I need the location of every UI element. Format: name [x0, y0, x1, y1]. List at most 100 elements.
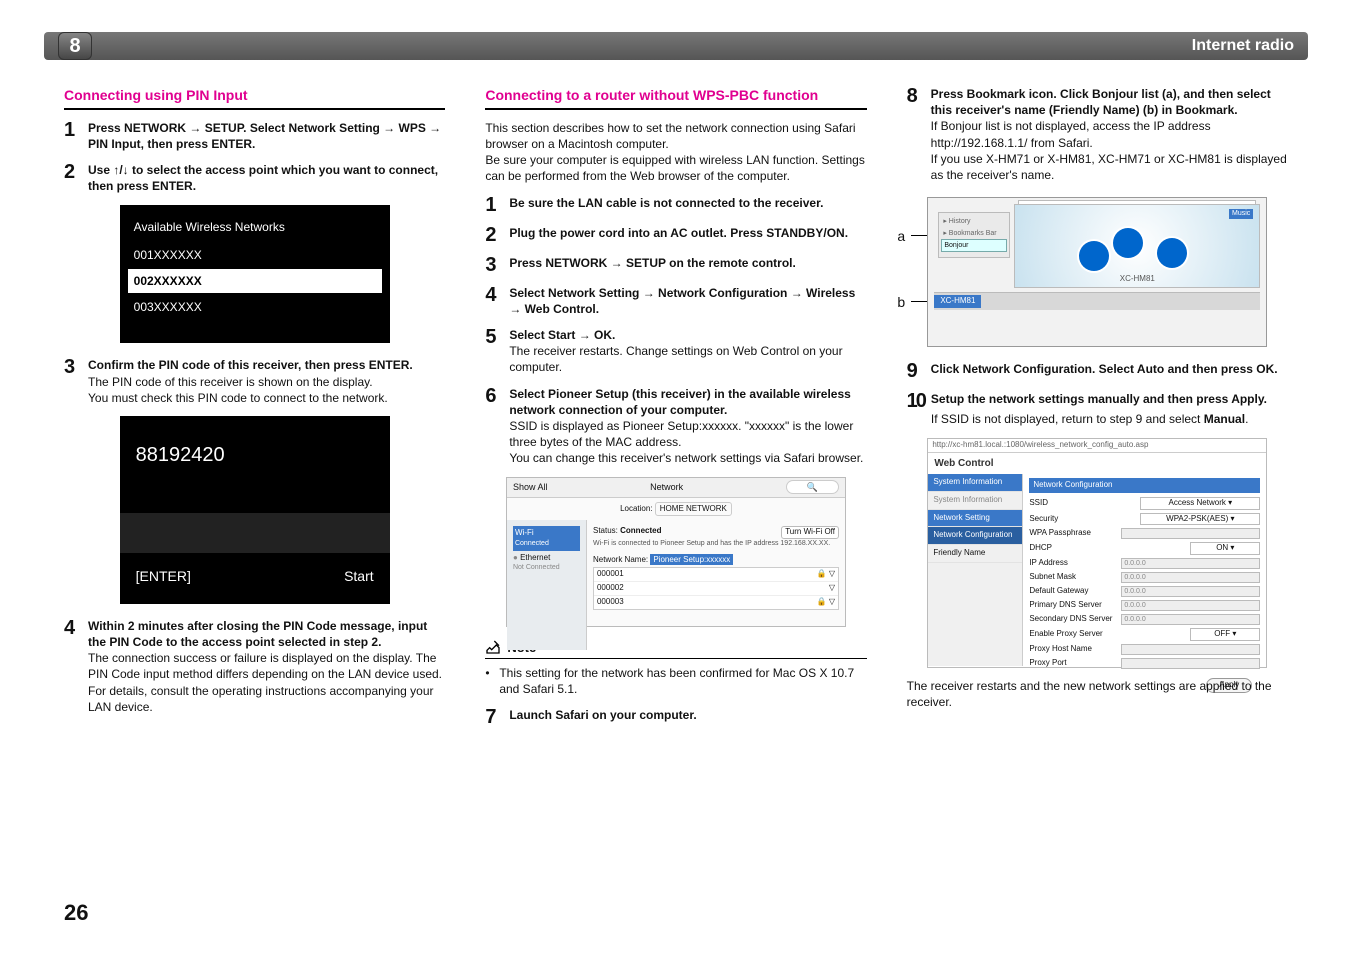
form-row: IP Address0.0.0.0 — [1029, 558, 1260, 569]
col2-step5: 5 Select Start → OK. The receiver restar… — [485, 327, 866, 376]
step-text: Setup the network settings manually and … — [931, 391, 1288, 427]
side-item: Network Configuration — [928, 527, 1022, 545]
fig-status-value: Connected — [620, 526, 661, 535]
side-item: System Information — [928, 492, 1022, 510]
fig-turn-wifi-off: Turn Wi-Fi Off — [781, 526, 839, 539]
col1-step2: 2 Use ↑/↓ to select the access point whi… — [64, 162, 445, 194]
side-item: Friendly Name — [928, 545, 1022, 563]
preview-caption: XC-HM81 — [1015, 274, 1259, 285]
col2-step3: 3 Press NETWORK → SETUP on the remote con… — [485, 255, 866, 275]
step-text: Confirm the PIN code of this receiver, t… — [88, 357, 445, 406]
step-number: 9 — [907, 361, 925, 381]
wifi-item: 003XXXXXX — [134, 295, 376, 319]
fig-side-eth: Ethernet — [520, 553, 550, 562]
form-row: SSID Access Network ▾ — [1029, 497, 1260, 510]
form-row: WPA Passphrase — [1029, 528, 1260, 539]
col3-step9: 9Click Network Configuration. Select Aut… — [907, 361, 1288, 381]
fig-network-title: Network — [558, 481, 776, 493]
step-text: Be sure the LAN cable is not connected t… — [509, 195, 866, 215]
callout-b: b — [897, 293, 905, 312]
footer-page-number: 26 — [64, 900, 88, 926]
column-3: 8 Press Bookmark icon. Click Bonjour lis… — [907, 86, 1288, 737]
step-body-text: You must check this PIN code to connect … — [88, 390, 445, 406]
bonjour-figure: a b ▸ History ▸ Bookmarks Bar Bonjour Mu… — [927, 197, 1267, 347]
col1-heading: Connecting using PIN Input — [64, 86, 445, 110]
step-number: 6 — [485, 386, 503, 467]
form-row: Proxy Port — [1029, 658, 1260, 669]
fig-nn-label: Network Name: — [593, 555, 648, 564]
form-row: SecurityWPA2-PSK(AES) ▾ — [1029, 513, 1260, 526]
callout-a: a — [897, 227, 905, 246]
note-bullet: • This setting for the network has been … — [485, 665, 866, 697]
step-body-text: SSID is displayed as Pioneer Setup:xxxxx… — [509, 418, 866, 450]
step-text: Press NETWORK → SETUP. Select Network Se… — [88, 120, 445, 152]
form-row: Default Gateway0.0.0.0 — [1029, 586, 1260, 597]
col1-step4: 4 Within 2 minutes after closing the PIN… — [64, 618, 445, 715]
step-number: 3 — [485, 255, 503, 275]
step-text: Press Bookmark icon. Click Bonjour list … — [931, 86, 1288, 183]
step-number: 4 — [64, 618, 82, 715]
step-strong-text: Within 2 minutes after closing the PIN C… — [88, 618, 445, 650]
form-label: Proxy Port — [1029, 658, 1121, 669]
form-row: Secondary DNS Server0.0.0.0 — [1029, 614, 1260, 625]
step-strong-text: Press Bookmark icon. Click Bonjour list … — [931, 86, 1288, 118]
step-number: 4 — [485, 285, 503, 317]
music-badge: Music — [1229, 209, 1253, 218]
manual-keyword: Manual — [1204, 412, 1245, 426]
form-label: Primary DNS Server — [1029, 600, 1121, 611]
step-number: 10 — [907, 391, 925, 427]
form-field — [1121, 528, 1260, 539]
col2-step2: 2Plug the power cord into an AC outlet. … — [485, 225, 866, 245]
step-text: Within 2 minutes after closing the PIN C… — [88, 618, 445, 715]
step-number: 1 — [485, 195, 503, 215]
step-body-text: The connection success or failure is dis… — [88, 650, 445, 715]
form-header: Network Configuration — [1029, 478, 1260, 493]
fig-net-row: 000002▽ — [594, 582, 838, 596]
form-field: 0.0.0.0 — [1121, 614, 1260, 625]
col2-step1: 1 Be sure the LAN cable is not connected … — [485, 195, 866, 215]
step-body-text: If you use X-HM71 or X-HM81, XC-HM71 or … — [931, 151, 1288, 183]
step-body-text: If SSID is not displayed, return to step… — [931, 412, 1204, 426]
form-label: SSID — [1029, 498, 1121, 509]
form-select: Access Network ▾ — [1140, 497, 1260, 510]
form-field: 0.0.0.0 — [1121, 600, 1260, 611]
form-label: Proxy Host Name — [1029, 644, 1121, 655]
note-body: This setting for the network has been co… — [499, 665, 866, 697]
wifi-list-title: Available Wireless Networks — [134, 219, 376, 235]
col2-step7: 7Launch Safari on your computer. — [485, 707, 866, 727]
webcontrol-title: Web Control — [928, 453, 1266, 475]
step-text: Launch Safari on your computer. — [509, 707, 866, 727]
form-label: DHCP — [1029, 543, 1121, 554]
form-row: DHCPON ▾ — [1029, 542, 1260, 555]
col2-step4: 4Select Network Setting → Network Config… — [485, 285, 866, 317]
search-field-icon: 🔍 — [786, 480, 839, 494]
form-label: Default Gateway — [1029, 586, 1121, 597]
col3-step8: 8 Press Bookmark icon. Click Bonjour lis… — [907, 86, 1288, 183]
form-row: Primary DNS Server0.0.0.0 — [1029, 600, 1260, 611]
side-item: System Information — [928, 474, 1022, 492]
fig-side-wifi: Wi-Fi — [515, 528, 578, 539]
note-icon — [485, 639, 501, 655]
col1-step1: 1 Press NETWORK → SETUP. Select Network … — [64, 120, 445, 152]
webcontrol-form: Network Configuration SSID Access Network… — [1023, 474, 1266, 666]
step-number: 1 — [64, 120, 82, 152]
form-row: Proxy Host Name — [1029, 644, 1260, 655]
chapter-number-badge: 8 — [58, 32, 92, 60]
form-field: 0.0.0.0 — [1121, 558, 1260, 569]
step-text: Select Network Setting → Network Configu… — [509, 285, 866, 317]
col2-heading: Connecting to a router without WPS-PBC f… — [485, 86, 866, 110]
step-strong-text: Confirm the PIN code of this receiver, t… — [88, 357, 445, 373]
form-label: Security — [1029, 514, 1121, 525]
form-field — [1121, 644, 1260, 655]
step-strong-text: Setup the network settings manually and … — [931, 391, 1288, 407]
form-label: Subnet Mask — [1029, 572, 1121, 583]
fig-side-wifi-state: Connected — [515, 539, 578, 548]
step-strong-text: Select Start → OK. — [509, 327, 866, 343]
section-title: Internet radio — [1192, 37, 1294, 55]
step-text: Press NETWORK → SETUP on the remote cont… — [509, 255, 866, 275]
wifi-item-selected: 002XXXXXX — [128, 269, 382, 293]
form-field — [1121, 658, 1260, 669]
col1-step3: 3 Confirm the PIN code of this receiver,… — [64, 357, 445, 406]
step-text: Use ↑/↓ to select the access point which… — [88, 162, 445, 194]
friendly-name-row: XC-HM81 — [934, 292, 1260, 310]
